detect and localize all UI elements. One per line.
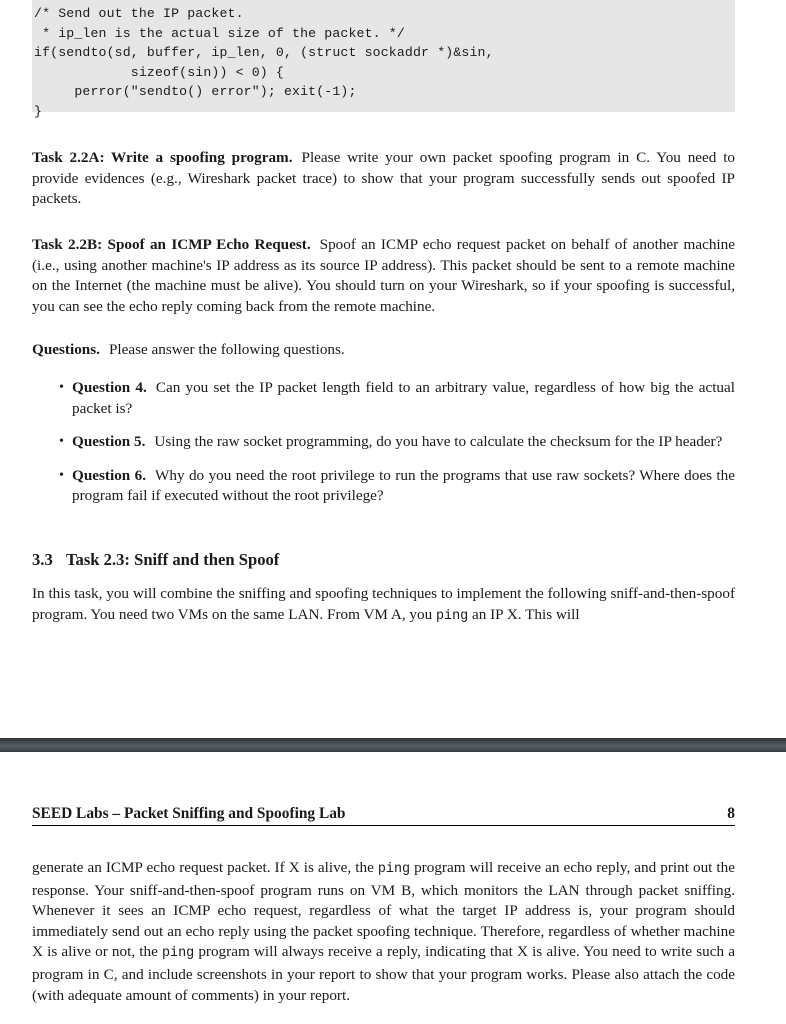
task-2-2b-paragraph: Task 2.2B: Spoof an ICMP Echo Request. Sp…	[32, 235, 735, 317]
code-listing-block: /* Send out the IP packet. * ip_len is t…	[32, 0, 735, 119]
list-item: • Question 5. Using the raw socket program…	[32, 432, 735, 453]
section-3-3-heading: 3.3 Task 2.3: Sniff and then Spoof	[32, 550, 735, 570]
questions-intro-section: Questions. Please answer the following qu…	[32, 340, 735, 361]
pdf-page-lower: SEED Labs – Packet Sniffing and Spoofing…	[0, 752, 786, 1024]
continued-paragraph-block: generate an ICMP echo request packet. If…	[32, 858, 735, 1006]
section-3-3-paragraph-block: In this task, you will combine the sniff…	[32, 584, 735, 627]
section-title: Task 2.3: Sniff and then Spoof	[66, 550, 280, 569]
question-text: Why do you need the root privilege to ru…	[72, 466, 735, 505]
paragraph-part-1: In this task, you will combine the sniff…	[32, 585, 736, 623]
bullet-glyph-icon: •	[59, 434, 64, 450]
questions-intro-paragraph: Questions. Please answer the following qu…	[32, 340, 735, 361]
question-label: Question 5.	[72, 433, 146, 451]
question-label: Question 6.	[72, 466, 147, 484]
pdf-page-upper: /* Send out the IP packet. * ip_len is t…	[0, 0, 786, 738]
running-header-row: SEED Labs – Packet Sniffing and Spoofing…	[32, 805, 735, 823]
questions-heading: Questions.	[32, 341, 100, 358]
inline-code-ping: ping	[377, 862, 411, 877]
questions-list: • Question 4. Can you set the IP packet le…	[32, 378, 735, 507]
inline-code-ping: ping	[436, 608, 469, 624]
page-break-divider	[0, 738, 786, 752]
running-header-title: SEED Labs – Packet Sniffing and Spoofing…	[32, 805, 346, 822]
list-item: • Question 4. Can you set the IP packet le…	[32, 378, 735, 419]
section-number: 3.3	[32, 550, 53, 569]
task-2-2a-heading: Task 2.2A: Write a spoofing program.	[32, 149, 293, 166]
paragraph-part-1: generate an ICMP echo request packet. If…	[32, 859, 378, 876]
task-2-2b-section: Task 2.2B: Spoof an ICMP Echo Request. Sp…	[32, 235, 735, 317]
bullet-glyph-icon: •	[59, 380, 64, 395]
paragraph-part-2: an IP X. This will	[468, 605, 580, 623]
continued-paragraph: generate an ICMP echo request packet. If…	[32, 858, 735, 1006]
list-item: • Question 6. Why do you need the root pri…	[32, 466, 735, 507]
question-label: Question 4.	[72, 379, 147, 396]
page-number: 8	[727, 805, 735, 822]
section-3-3-block: 3.3 Task 2.3: Sniff and then Spoof	[32, 550, 735, 570]
code-listing-text: /* Send out the IP packet. * ip_len is t…	[34, 6, 494, 119]
question-text: Using the raw socket programming, do you…	[154, 433, 723, 451]
questions-list-section: • Question 4. Can you set the IP packet le…	[32, 378, 735, 507]
inline-code-ping: ping	[162, 946, 195, 962]
questions-intro-text: Please answer the following questions.	[108, 341, 345, 358]
section-3-3-paragraph: In this task, you will combine the sniff…	[32, 584, 735, 627]
task-2-2a-paragraph: Task 2.2A: Write a spoofing program. Plea…	[32, 148, 735, 210]
task-2-2b-heading: Task 2.2B: Spoof an ICMP Echo Request.	[32, 236, 311, 253]
running-header-rule	[32, 825, 735, 826]
bullet-glyph-icon: •	[59, 467, 64, 483]
task-2-2a-section: Task 2.2A: Write a spoofing program. Plea…	[32, 148, 735, 210]
question-text: Can you set the IP packet length field t…	[72, 379, 735, 417]
running-header: SEED Labs – Packet Sniffing and Spoofing…	[32, 805, 735, 826]
